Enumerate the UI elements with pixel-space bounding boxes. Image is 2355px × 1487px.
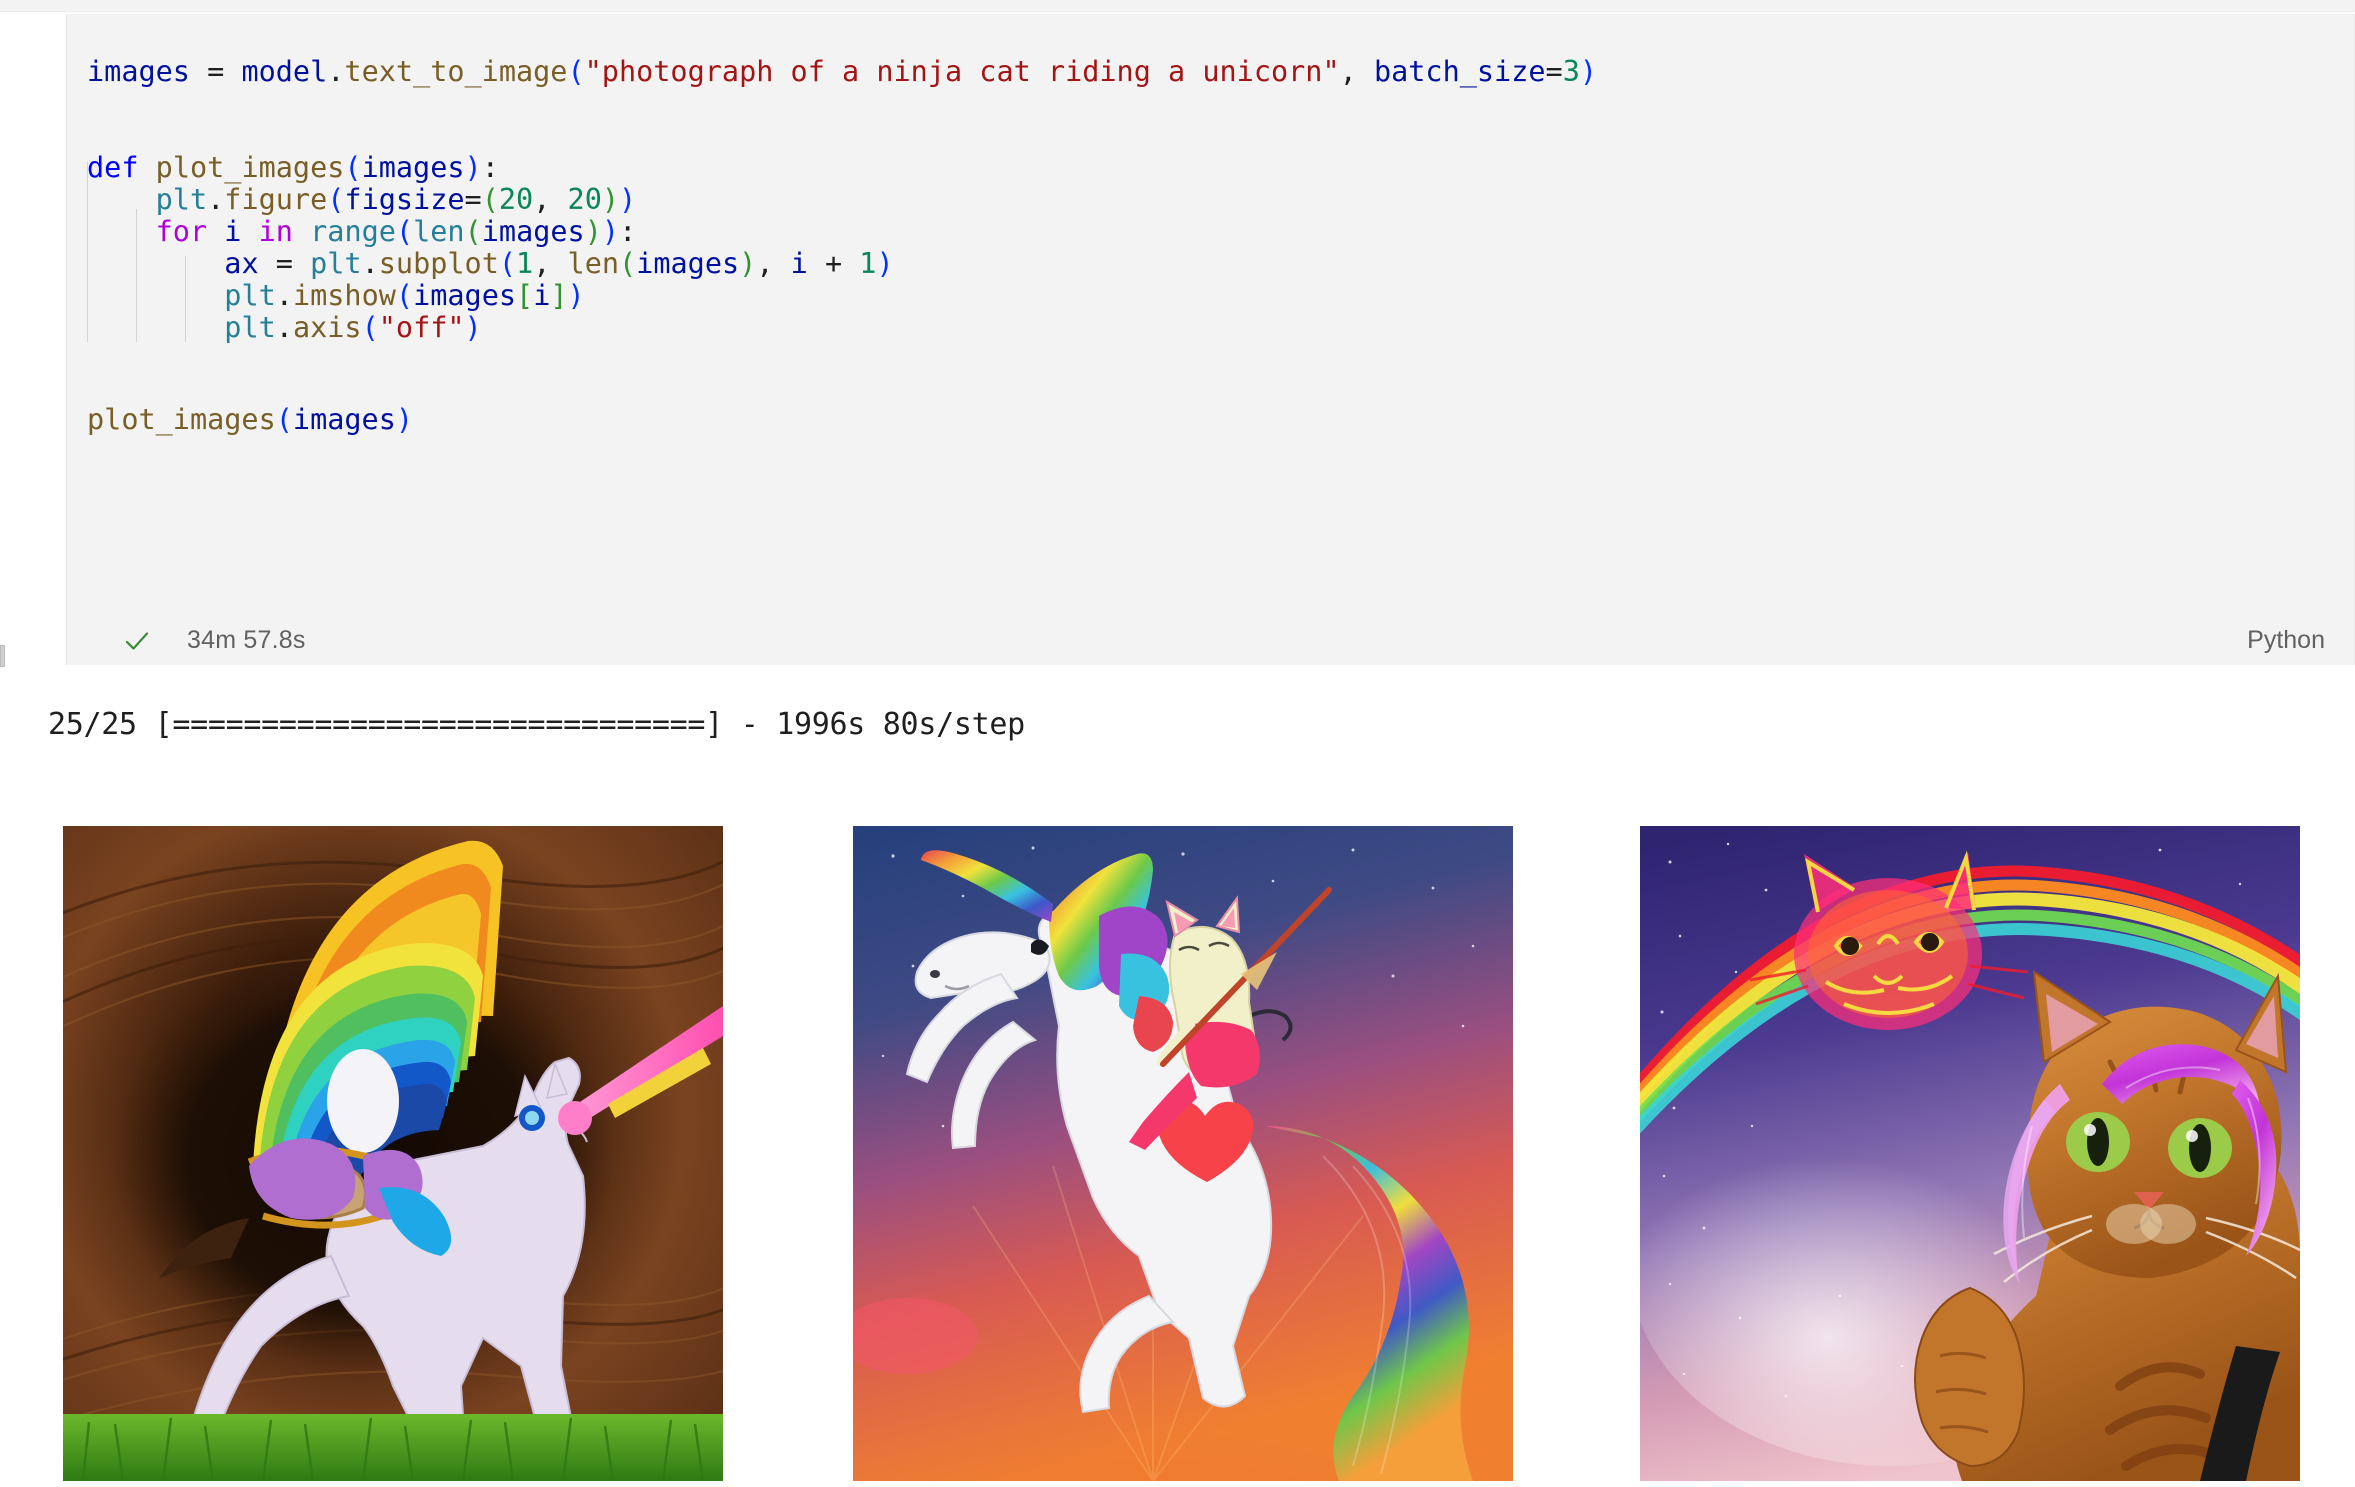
generated-image-1[interactable]: [63, 826, 723, 1481]
code-line-7: plt.axis("off"): [224, 311, 482, 344]
code-line-8: plot_images(images): [87, 403, 414, 436]
cell-language-label[interactable]: Python: [2247, 626, 2325, 655]
notebook-code-cell[interactable]: images = model.text_to_image("photograph…: [66, 14, 2355, 665]
success-check-icon: [123, 627, 151, 655]
training-progress-output: 25/25 [==============================] -…: [48, 707, 1025, 742]
window-top-strip: [0, 0, 2355, 12]
notebook-page: images = model.text_to_image("photograph…: [0, 0, 2355, 1487]
generated-images-row: [0, 826, 2355, 1481]
code-line-1: images = model.text_to_image("photograph…: [87, 55, 1598, 88]
cell-gutter-marker[interactable]: [0, 645, 5, 667]
generated-image-2[interactable]: [853, 826, 1513, 1481]
execution-time-label: 34m 57.8s: [187, 626, 306, 654]
generated-image-3[interactable]: [1640, 826, 2300, 1481]
cell-status-bar: 34m 57.8s Python: [67, 615, 2355, 665]
code-editor[interactable]: images = model.text_to_image("photograph…: [67, 14, 2355, 614]
